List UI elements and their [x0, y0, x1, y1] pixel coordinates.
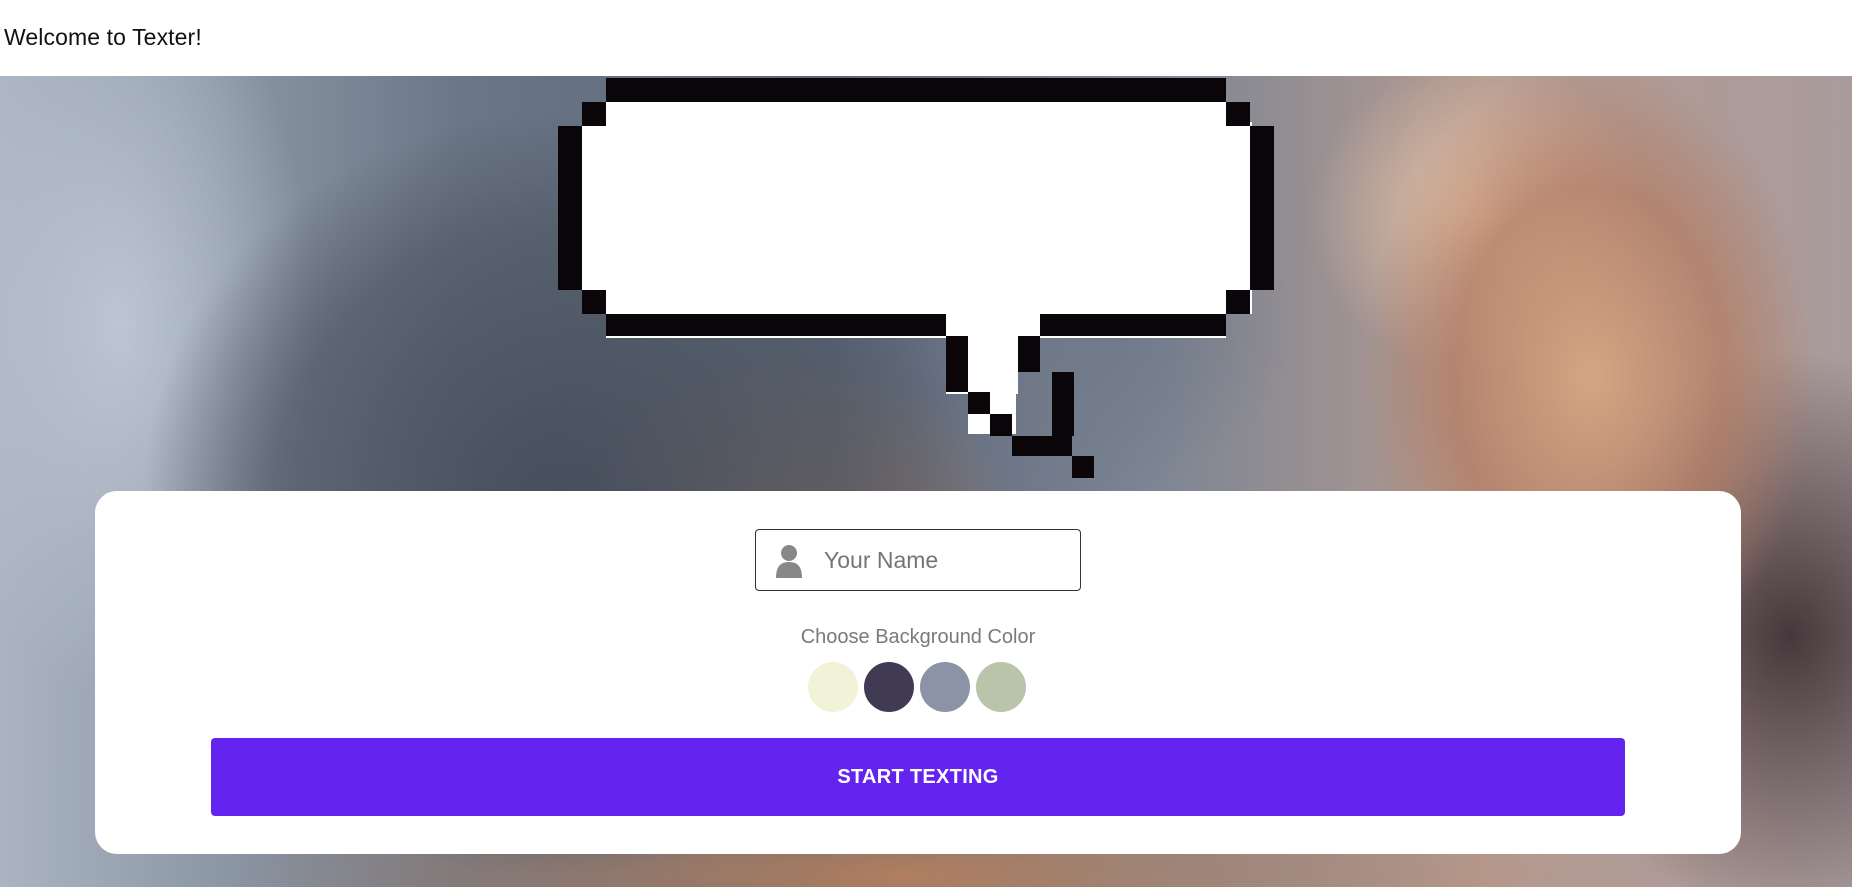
color-swatch-slate-gray[interactable]	[920, 662, 970, 712]
color-swatch-sage-green[interactable]	[976, 662, 1026, 712]
color-choice-label: Choose Background Color	[800, 626, 1036, 648]
page-title: Welcome to Texter!	[4, 24, 202, 50]
app-header: Welcome to Texter!	[0, 0, 1852, 76]
pixel-speech-bubble-icon	[558, 78, 1274, 478]
start-texting-button[interactable]: START TEXTING	[211, 738, 1625, 816]
name-field[interactable]	[755, 529, 1081, 591]
person-icon	[776, 545, 802, 578]
color-swatch-dark-purple[interactable]	[864, 662, 914, 712]
color-swatch-cream[interactable]	[808, 662, 858, 712]
color-swatch-group	[808, 662, 1026, 712]
name-input[interactable]	[824, 540, 1064, 580]
